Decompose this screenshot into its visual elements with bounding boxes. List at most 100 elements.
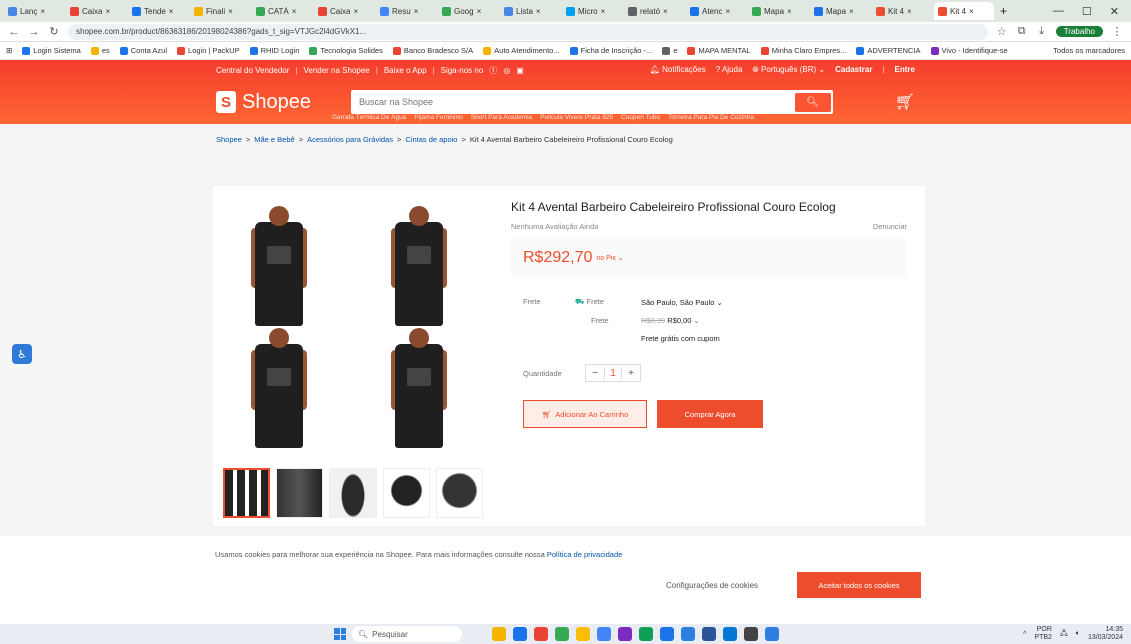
bookmark-item[interactable]: ADVERTENCIA [856,46,921,55]
quantity-value[interactable]: 1 [604,367,622,379]
breadcrumb-shopee[interactable]: Shopee [216,135,242,144]
bookmark-item[interactable]: Login Sistema [22,46,81,55]
facebook-icon[interactable]: ⓕ [489,65,497,76]
buy-now-button[interactable]: Comprar Agora [657,400,763,428]
minimize-icon[interactable]: — [1053,5,1064,18]
tab-close-icon[interactable]: × [969,7,974,16]
volume-icon[interactable]: 🔈︎ [1076,630,1080,638]
bookmark-item[interactable]: Tecnologia Solides [309,46,383,55]
download-icon[interactable]: ⤓ [1036,25,1048,38]
taskbar-app-icon[interactable] [513,627,527,641]
taskbar-search[interactable]: 🔍︎ Pesquisar [352,626,462,642]
breadcrumb-mae-bebe[interactable]: Mãe e Bebê [254,135,294,144]
bookmark-item[interactable]: MAPA MENTAL [687,46,751,55]
bookmark-item[interactable]: e [662,46,677,55]
tray-chevron-icon[interactable]: ^ [1023,631,1026,638]
browser-tab[interactable]: Tende × [128,2,188,20]
taskbar-app-icon[interactable] [555,627,569,641]
url-field[interactable]: shopee.com.br/product/86363186/201980243… [68,23,988,40]
thumbnail[interactable] [435,468,483,518]
taskbar-app-icon[interactable] [681,627,695,641]
taskbar-app-icon[interactable] [660,627,674,641]
browser-tab[interactable]: Caixa × [66,2,126,20]
bookmark-item[interactable]: Banco Bradesco S/A [392,46,473,55]
notifications-link[interactable]: 🔔︎ Notificações [650,65,706,75]
new-tab-icon[interactable]: + [996,4,1011,18]
taskbar-app-icon[interactable] [744,627,758,641]
taskbar-app-icon[interactable] [639,627,653,641]
search-suggestion[interactable]: Garrafa Térmica De Água [332,114,406,121]
search-suggestion[interactable]: Short Para Academia [471,114,532,121]
bookmark-item[interactable]: Conta Azul [119,46,167,55]
cart-icon[interactable]: 🛒︎ [895,92,915,112]
tab-close-icon[interactable]: × [477,7,482,16]
shipping-cost[interactable]: R$8,99 R$0,00 ⌄ [641,316,700,325]
profile-button[interactable]: Trabalho [1055,26,1103,37]
taskbar-app-icon[interactable] [723,627,737,641]
bookmark-item[interactable]: Minha Claro Empres... [760,46,846,55]
search-button[interactable]: 🔍︎ [794,92,831,112]
tab-close-icon[interactable]: × [292,7,297,16]
tab-close-icon[interactable]: × [536,7,541,16]
breadcrumb-cintas[interactable]: Cintas de apoio [405,135,457,144]
taskbar-app-icon[interactable] [765,627,779,641]
tab-close-icon[interactable]: × [725,7,730,16]
tab-close-icon[interactable]: × [105,7,110,16]
bookmark-item[interactable]: RHID Login [249,46,299,55]
search-suggestion[interactable]: Pijama Feminino [414,114,462,121]
language-select[interactable]: 🌐︎ Português (BR) ⌄ [752,65,825,75]
all-bookmarks-link[interactable]: Todos os marcadores [1053,46,1125,55]
browser-tab[interactable]: Mapa × [748,2,808,20]
thumbnail[interactable] [329,468,377,518]
accessibility-button[interactable]: ♿︎ [12,344,32,364]
bookmark-item[interactable]: Auto Atendimento... [483,46,560,55]
bookmark-item[interactable]: es [90,46,110,55]
thumbnail[interactable] [223,468,271,518]
browser-tab[interactable]: Goog × [438,2,498,20]
thumbnail[interactable] [276,468,324,518]
menu-icon[interactable]: ⋮ [1111,25,1123,38]
bookmark-item[interactable]: Vivo - Identifique-se [930,46,1008,55]
add-to-cart-button[interactable]: 🛒︎ Adicionar Ao Carrinho [523,400,647,428]
maximize-icon[interactable]: ☐ [1082,5,1092,18]
shopee-logo[interactable]: S Shopee [216,91,311,114]
reload-icon[interactable]: ↻ [48,25,60,38]
shipping-location[interactable]: São Paulo, São Paulo ⌄ [641,298,723,307]
taskbar-app-icon[interactable] [618,627,632,641]
browser-tab[interactable]: relató × [624,2,684,20]
browser-tab[interactable]: Kit 4 × [872,2,932,20]
browser-tab[interactable]: Lista × [500,2,560,20]
language-indicator[interactable]: POR PTB2 [1034,626,1052,642]
browser-tab[interactable]: Mapa × [810,2,870,20]
bookmark-star-icon[interactable]: ☆ [996,25,1008,38]
apps-grid-icon[interactable]: ⊞ [6,46,12,55]
tab-close-icon[interactable]: × [907,7,912,16]
taskbar-app-icon[interactable] [534,627,548,641]
browser-tab[interactable]: CATÁ × [252,2,312,20]
browser-tab[interactable]: Lanç × [4,2,64,20]
thumbnail[interactable] [382,468,430,518]
linkedin-icon[interactable]: ▣ [516,66,524,75]
tab-close-icon[interactable]: × [353,7,358,16]
product-main-image[interactable] [223,198,473,448]
cookie-settings-button[interactable]: Configurações de cookies [666,581,758,590]
search-suggestion[interactable]: Torneira Para Pia De Cozinha [668,114,754,121]
accept-cookies-button[interactable]: Aceitar todos os cookies [797,572,921,598]
search-suggestion[interactable]: Pelicula Vivere Prata 925 [540,114,613,121]
search-suggestion[interactable]: Cooperl Tubo [621,114,660,121]
taskbar-app-icon[interactable] [492,627,506,641]
search-input[interactable] [352,97,795,107]
tab-close-icon[interactable]: × [414,7,419,16]
taskbar-app-icon[interactable] [702,627,716,641]
tab-close-icon[interactable]: × [228,7,233,16]
breadcrumb-acessorios[interactable]: Acessórios para Grávidas [307,135,393,144]
extensions-icon[interactable]: ⧉ [1016,25,1028,38]
tab-close-icon[interactable]: × [787,7,792,16]
browser-tab[interactable]: Kit 4 × [934,2,994,20]
tab-close-icon[interactable]: × [663,7,668,16]
sell-link[interactable]: Vender na Shopee [303,66,369,75]
forward-icon[interactable]: → [28,26,40,38]
windows-start-icon[interactable] [334,628,346,640]
bookmark-item[interactable]: Ficha de Inscrição -... [569,46,652,55]
back-icon[interactable]: ← [8,26,20,38]
